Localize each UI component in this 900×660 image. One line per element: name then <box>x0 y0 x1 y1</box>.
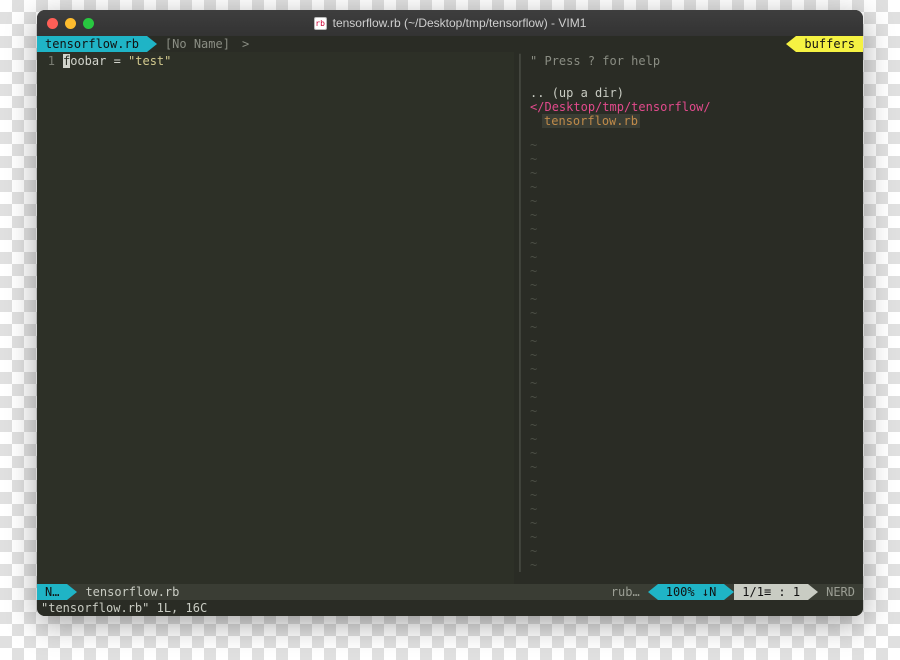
tab-separator-icon <box>147 36 157 52</box>
tab-inactive[interactable]: [No Name] <box>157 36 238 52</box>
empty-line-tildes: ~~~~~~~~~~~~~~~~~~~~~~~~~~~~~~~ <box>530 138 537 572</box>
pill-separator-icon <box>786 36 796 52</box>
editor-content[interactable]: foobar = "test" <box>59 52 514 584</box>
nerdtree-updir[interactable]: .. (up a dir) <box>530 86 859 100</box>
status-percent: 100% ↓N <box>658 584 725 600</box>
status-nerdtree-label: NERD <box>818 584 863 600</box>
vim-area: tensorflow.rb [No Name] > buffers 1 foob… <box>37 36 863 616</box>
zoom-icon[interactable] <box>83 18 94 29</box>
line-number: 1 <box>37 54 55 68</box>
terminal-window: rb tensorflow.rb (~/Desktop/tmp/tensorfl… <box>37 10 863 616</box>
status-position: 1/1≡ : 1 <box>734 584 808 600</box>
bufline-spacer <box>253 36 786 52</box>
window-title-text: tensorflow.rb (~/Desktop/tmp/tensorflow)… <box>333 16 587 30</box>
status-filetype: rub… <box>603 584 648 600</box>
ruby-file-icon: rb <box>314 17 327 30</box>
window-title: rb tensorflow.rb (~/Desktop/tmp/tensorfl… <box>37 16 863 30</box>
nerdtree-root-path[interactable]: </Desktop/tmp/tensorflow/ <box>530 100 859 114</box>
nerdtree-help: " Press ? for help <box>530 54 859 68</box>
breadcrumb-separator: > <box>238 36 253 52</box>
line-number-gutter: 1 <box>37 52 59 584</box>
status-sep-icon <box>808 584 818 600</box>
status-spacer <box>187 584 602 600</box>
command-line[interactable]: "tensorflow.rb" 1L, 16C <box>37 600 863 616</box>
window-controls <box>47 18 94 29</box>
nerdtree-pane[interactable]: " Press ? for help .. (up a dir) </Deskt… <box>526 52 863 584</box>
close-icon[interactable] <box>47 18 58 29</box>
editor-pane[interactable]: 1 foobar = "test" <box>37 52 514 584</box>
mac-titlebar: rb tensorflow.rb (~/Desktop/tmp/tensorfl… <box>37 10 863 36</box>
status-sep-icon <box>648 584 658 600</box>
status-sep-icon <box>67 584 77 600</box>
split-container: 1 foobar = "test" │ ││││││││││││││││││││… <box>37 52 863 584</box>
folder-collapse-icon: </ <box>530 100 544 114</box>
minimize-icon[interactable] <box>65 18 76 29</box>
status-mode: N… <box>37 584 67 600</box>
nerdtree-path-text: Desktop/tmp/tensorflow/ <box>544 100 710 114</box>
status-sep-icon <box>724 584 734 600</box>
nerdtree-selected-file[interactable]: tensorflow.rb <box>542 114 640 128</box>
split-handle-icon: │ <box>516 54 523 68</box>
code-text: oobar = <box>70 54 128 68</box>
buffer-line: tensorflow.rb [No Name] > buffers <box>37 36 863 52</box>
buffers-pill[interactable]: buffers <box>796 36 863 52</box>
code-string: "test" <box>128 54 171 68</box>
status-filename: tensorflow.rb <box>77 584 187 600</box>
status-line: N… tensorflow.rb rub… 100% ↓N 1/1≡ : 1 N… <box>37 584 863 600</box>
vertical-split-divider[interactable]: │ ││││││││││││││││││││││││││││││││││││ <box>514 52 526 584</box>
tab-active[interactable]: tensorflow.rb <box>37 36 147 52</box>
